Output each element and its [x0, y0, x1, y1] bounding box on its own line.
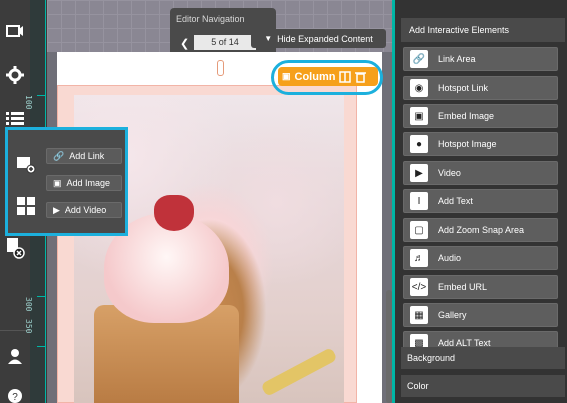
item-label: Add Text — [438, 196, 473, 206]
chevron-left-icon[interactable]: ❮ — [180, 37, 189, 50]
item-label: Add Zoom Snap Area — [438, 225, 525, 235]
drag-handle-icon[interactable]: ▣ — [282, 71, 291, 82]
chat-bubble-icon: ● — [410, 135, 428, 153]
presentation-icon[interactable] — [4, 21, 26, 43]
column-label: Column — [294, 70, 336, 83]
text-cursor-icon: I — [410, 192, 428, 210]
editor-navigation-title: Editor Navigation — [176, 14, 245, 24]
hide-expanded-content-button[interactable]: ▼ Hide Expanded Content — [251, 29, 386, 48]
column-layout-icon[interactable] — [339, 70, 352, 83]
code-icon: </> — [410, 278, 428, 296]
camera-icon: ▣ — [410, 107, 428, 125]
audio-button[interactable]: ♬ Audio — [403, 246, 558, 270]
ruler-label: 300 — [24, 297, 33, 312]
item-label: Embed Image — [438, 111, 495, 121]
hide-expanded-content-label: Hide Expanded Content — [277, 33, 373, 44]
chevron-down-icon: ▼ — [264, 34, 273, 43]
strawberry — [154, 195, 194, 231]
gallery-button[interactable]: ▦ Gallery — [403, 303, 558, 327]
grid-icon[interactable] — [16, 196, 36, 216]
add-link-button[interactable]: 🔗 Add Link — [46, 148, 122, 164]
ruler-label: 100 — [24, 95, 33, 110]
video-icon: ▶ — [410, 164, 428, 182]
trash-icon[interactable] — [355, 71, 367, 83]
item-label: Gallery — [438, 310, 467, 320]
item-label: Hotspot Image — [438, 139, 497, 149]
image-add-icon[interactable] — [16, 155, 36, 175]
color-label: Color — [407, 381, 429, 391]
item-label: Hotspot Link — [438, 83, 489, 93]
link-area-button[interactable]: 🔗 Link Area — [403, 47, 558, 71]
speaker-icon: ♬ — [410, 249, 428, 267]
add-image-button[interactable]: ▣ Add Image — [46, 175, 122, 191]
hotspot-image-button[interactable]: ● Hotspot Image — [403, 132, 558, 156]
embed-url-button[interactable]: </> Embed URL — [403, 275, 558, 299]
background-label: Background — [407, 353, 456, 363]
gear-icon[interactable] — [4, 64, 26, 86]
user-icon[interactable] — [4, 345, 26, 367]
interactive-elements-panel: Add Interactive Elements 🔗 Link Area ◉ H… — [392, 0, 567, 403]
hotspot-link-button[interactable]: ◉ Hotspot Link — [403, 76, 558, 100]
link-icon: 🔗 — [53, 150, 65, 161]
camera-icon: ▣ — [53, 177, 62, 188]
zoom-area-icon: ▢ — [410, 221, 428, 239]
add-image-label: Add Image — [66, 178, 111, 188]
fork — [260, 347, 338, 397]
embed-image-button[interactable]: ▣ Embed Image — [403, 104, 558, 128]
add-zoom-snap-area-button[interactable]: ▢ Add Zoom Snap Area — [403, 218, 558, 242]
item-label: Embed URL — [438, 282, 488, 292]
video-button[interactable]: ▶ Video — [403, 161, 558, 185]
add-video-button[interactable]: ▶ Add Video — [46, 202, 122, 218]
add-link-label: Add Link — [69, 151, 105, 161]
color-section[interactable]: Color — [401, 375, 565, 397]
video-icon: ▶ — [53, 204, 60, 215]
link-icon: 🔗 — [410, 50, 428, 68]
gallery-icon: ▦ — [410, 306, 428, 324]
item-label: Audio — [438, 253, 462, 263]
page-indicator[interactable]: 5 of 14 — [194, 35, 256, 50]
add-video-label: Add Video — [64, 205, 107, 215]
add-menu-popup: 🔗 Add Link ▣ Add Image ▶ Add Video — [5, 127, 128, 236]
background-section[interactable]: Background — [401, 347, 565, 369]
ruler-label: 350 — [24, 319, 33, 334]
svg-text:?: ? — [12, 392, 18, 403]
help-icon[interactable]: ? — [4, 385, 26, 403]
target-icon: ◉ — [410, 79, 428, 97]
panel-title: Add Interactive Elements — [401, 18, 565, 42]
item-label: Video — [438, 168, 461, 178]
item-label: Link Area — [438, 54, 476, 64]
add-text-button[interactable]: I Add Text — [403, 189, 558, 213]
column-badge[interactable]: ▣ Column — [278, 67, 378, 86]
delete-page-icon[interactable] — [4, 237, 26, 259]
resize-handle[interactable] — [217, 60, 224, 76]
